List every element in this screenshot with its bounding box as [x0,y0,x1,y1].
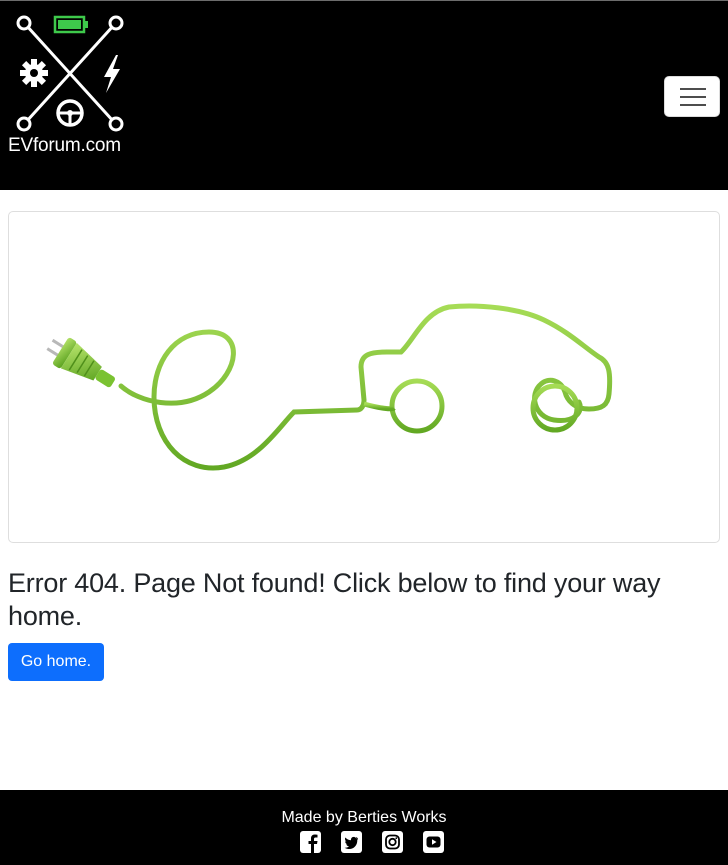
instagram-icon[interactable] [381,831,404,853]
ev-plug-cable-car-image [46,303,708,471]
brand-link[interactable]: EVforum.com [8,13,130,163]
footer-credit: Made by Berties Works [281,809,447,826]
navbar: EVforum.com [0,1,728,190]
go-home-button[interactable]: Go home. [8,643,104,681]
twitter-icon[interactable] [340,831,363,853]
brand-name: EVforum.com [8,135,121,156]
youtube-icon[interactable] [422,831,445,853]
evforum-logo-icon [16,15,124,132]
menu-toggle-button[interactable] [664,76,720,117]
footer: Made by Berties Works [0,790,728,865]
error-message: Error 404. Page Not found! Click below t… [8,568,661,631]
facebook-icon[interactable] [299,831,322,853]
hero-image-card [8,211,720,543]
